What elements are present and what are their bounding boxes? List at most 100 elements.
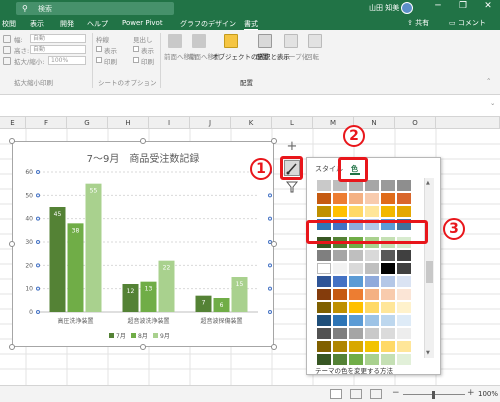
- color-swatch[interactable]: [381, 328, 395, 339]
- scroll-up-icon[interactable]: ▲: [426, 180, 430, 186]
- color-swatch[interactable]: [317, 206, 331, 217]
- width-select[interactable]: 自動: [30, 34, 86, 43]
- color-swatch[interactable]: [333, 289, 347, 300]
- tab-help[interactable]: ヘルプ: [87, 19, 108, 29]
- formula-bar[interactable]: ⌄: [0, 95, 500, 117]
- page-break-icon[interactable]: [370, 389, 382, 399]
- color-swatch[interactable]: [365, 250, 379, 261]
- tab-developer[interactable]: 開発: [60, 19, 74, 29]
- color-swatch[interactable]: [317, 289, 331, 300]
- color-swatch[interactable]: [333, 263, 347, 274]
- zoom-in-icon[interactable]: +: [467, 388, 475, 398]
- color-swatch[interactable]: [333, 276, 347, 287]
- tab-view[interactable]: 表示: [30, 19, 44, 29]
- color-swatch[interactable]: [317, 263, 331, 274]
- color-swatch[interactable]: [349, 263, 363, 274]
- color-swatch[interactable]: [397, 180, 411, 191]
- page-layout-icon[interactable]: [350, 389, 362, 399]
- color-swatch[interactable]: [365, 180, 379, 191]
- column-header-H[interactable]: H: [108, 117, 149, 129]
- gridlines-view-checkbox[interactable]: [96, 46, 102, 52]
- panel-scrollbar[interactable]: ▲ ▼: [424, 178, 434, 358]
- color-swatch[interactable]: [333, 315, 347, 326]
- color-swatch[interactable]: [381, 276, 395, 287]
- group-icon[interactable]: [284, 34, 298, 48]
- color-swatch[interactable]: [317, 193, 331, 204]
- color-swatch[interactable]: [397, 206, 411, 217]
- zoom-level[interactable]: 100%: [478, 390, 498, 398]
- resize-handle[interactable]: [9, 138, 15, 144]
- column-header-L[interactable]: L: [272, 117, 313, 129]
- color-swatch[interactable]: [333, 302, 347, 313]
- color-swatch[interactable]: [349, 276, 363, 287]
- color-swatch[interactable]: [381, 180, 395, 191]
- align-icon[interactable]: [258, 34, 272, 48]
- search-box[interactable]: ⚲ 検索: [16, 2, 174, 15]
- color-swatch[interactable]: [317, 250, 331, 261]
- color-swatch[interactable]: [349, 328, 363, 339]
- color-swatch[interactable]: [381, 193, 395, 204]
- zoom-slider-thumb[interactable]: [432, 391, 435, 399]
- column-header-I[interactable]: I: [149, 117, 190, 129]
- color-swatch[interactable]: [365, 328, 379, 339]
- color-swatch[interactable]: [381, 250, 395, 261]
- minimize-button[interactable]: ─: [430, 1, 446, 11]
- zoom-out-icon[interactable]: −: [392, 388, 400, 398]
- color-swatch[interactable]: [333, 328, 347, 339]
- color-swatch[interactable]: [397, 250, 411, 261]
- resize-handle[interactable]: [271, 241, 277, 247]
- close-button[interactable]: ✕: [480, 1, 496, 11]
- chart-area[interactable]: 7〜9月 商品受注数記録 0 10 20 30 40 50 60 45 38 55 高圧洗浄装置 12…: [12, 141, 274, 347]
- color-swatch[interactable]: [333, 250, 347, 261]
- restore-button[interactable]: ❐: [455, 1, 471, 11]
- color-swatch[interactable]: [349, 193, 363, 204]
- color-swatch[interactable]: [381, 263, 395, 274]
- tab-power-pivot[interactable]: Power Pivot: [122, 19, 163, 27]
- chart-elements-button[interactable]: +: [285, 140, 299, 155]
- color-swatch[interactable]: [317, 354, 331, 365]
- scroll-thumb[interactable]: [426, 261, 433, 283]
- color-swatch[interactable]: [365, 193, 379, 204]
- color-swatch[interactable]: [317, 276, 331, 287]
- color-swatch[interactable]: [397, 315, 411, 326]
- tab-review[interactable]: 校閲: [2, 19, 16, 29]
- user-avatar[interactable]: [401, 2, 413, 14]
- color-swatch[interactable]: [397, 302, 411, 313]
- color-swatch[interactable]: [317, 302, 331, 313]
- color-swatch[interactable]: [397, 328, 411, 339]
- normal-view-icon[interactable]: [330, 389, 342, 399]
- color-swatch[interactable]: [365, 263, 379, 274]
- color-swatch[interactable]: [397, 289, 411, 300]
- height-select[interactable]: 自動: [30, 45, 86, 54]
- help-link[interactable]: テーマの色を変更する方法: [315, 365, 393, 375]
- color-swatch[interactable]: [365, 341, 379, 352]
- color-swatch[interactable]: [381, 206, 395, 217]
- rotate-icon[interactable]: [308, 34, 322, 48]
- color-swatch[interactable]: [333, 193, 347, 204]
- gridlines-print-checkbox[interactable]: [96, 57, 102, 63]
- color-swatch[interactable]: [397, 354, 411, 365]
- color-swatch[interactable]: [381, 354, 395, 365]
- column-header-J[interactable]: J: [190, 117, 231, 129]
- column-header-E[interactable]: E: [0, 117, 26, 129]
- share-button[interactable]: ⇪ 共有: [407, 18, 429, 28]
- send-backward-icon[interactable]: [192, 34, 206, 48]
- tab-chart-design[interactable]: グラフのデザイン: [180, 19, 236, 29]
- column-header-O[interactable]: O: [395, 117, 436, 129]
- color-swatch[interactable]: [349, 341, 363, 352]
- color-swatch[interactable]: [397, 276, 411, 287]
- color-swatch[interactable]: [381, 302, 395, 313]
- color-swatch[interactable]: [397, 341, 411, 352]
- color-swatch[interactable]: [333, 341, 347, 352]
- color-swatch[interactable]: [365, 315, 379, 326]
- column-header-K[interactable]: K: [231, 117, 272, 129]
- color-swatch[interactable]: [349, 354, 363, 365]
- scroll-down-icon[interactable]: ▼: [426, 350, 430, 356]
- color-swatch[interactable]: [365, 302, 379, 313]
- color-swatch[interactable]: [333, 206, 347, 217]
- color-swatch[interactable]: [381, 315, 395, 326]
- resize-handle[interactable]: [271, 344, 277, 350]
- color-swatch[interactable]: [397, 263, 411, 274]
- color-swatch[interactable]: [317, 341, 331, 352]
- color-swatch[interactable]: [381, 289, 395, 300]
